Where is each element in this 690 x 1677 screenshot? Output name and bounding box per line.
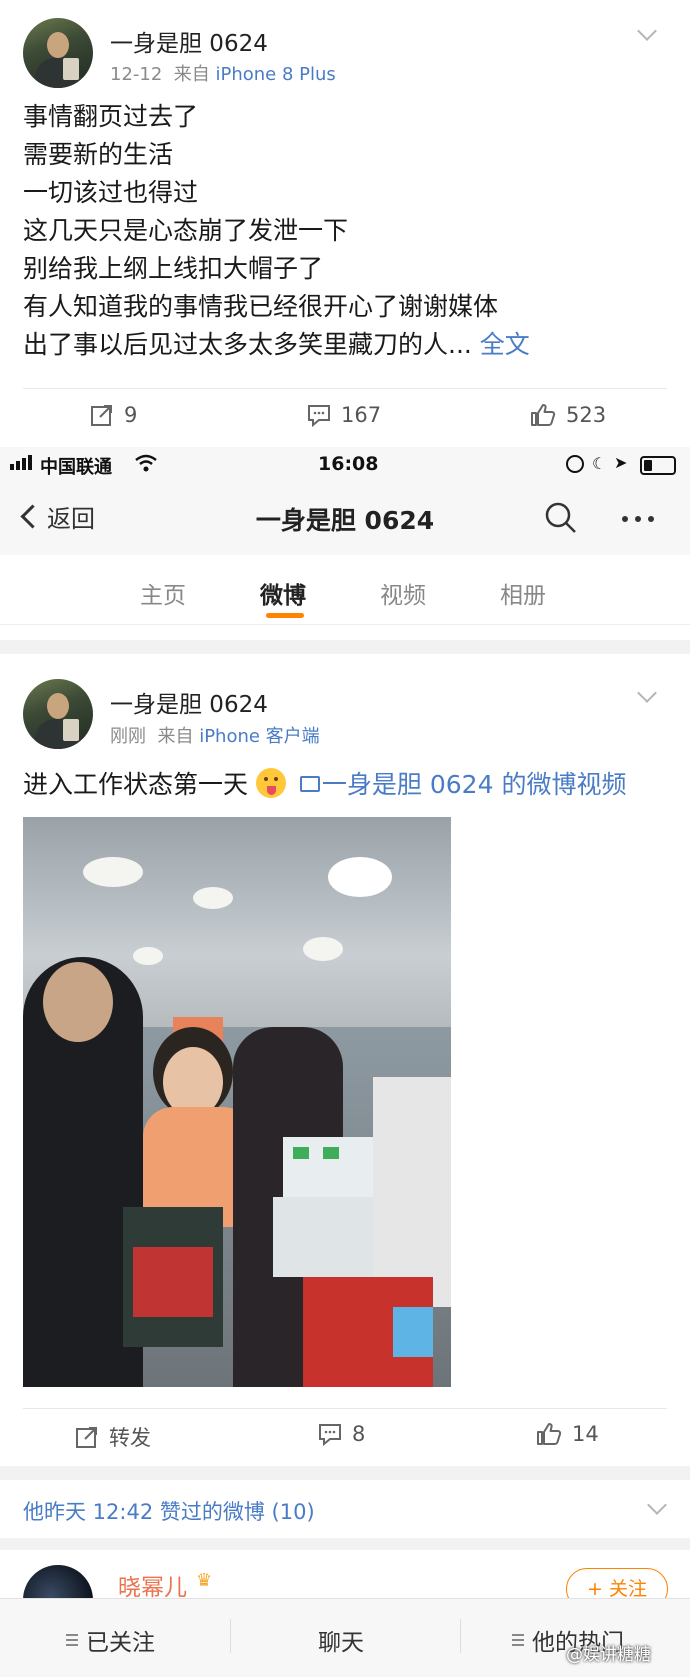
- post-line: 这几天只是心态崩了发泄一下: [23, 216, 349, 245]
- nav-title: 一身是胆 0624: [255, 506, 435, 535]
- comment-icon: [319, 1424, 341, 1446]
- rotation-lock-icon: [566, 455, 584, 473]
- post-source[interactable]: iPhone 8 Plus: [216, 64, 336, 85]
- chevron-down-icon: [647, 1495, 667, 1515]
- moon-icon: ☾: [592, 454, 607, 473]
- menu-icon: [512, 1634, 524, 1646]
- comment-count: 167: [341, 403, 382, 427]
- signal-icon: [10, 455, 32, 470]
- profile-tabs: 主页 微博 视频 相册: [0, 556, 690, 625]
- divider: [23, 1408, 667, 1409]
- post-line: 事情翻页过去了: [23, 102, 199, 131]
- repost-icon: [91, 405, 112, 426]
- comment-icon: [308, 405, 330, 427]
- like-button[interactable]: 14: [536, 1422, 599, 1446]
- followed-label: 已关注: [86, 1630, 155, 1656]
- tab-home[interactable]: 主页: [140, 576, 186, 610]
- post-line: 别给我上纲上线扣大帽子了: [23, 254, 324, 283]
- video-link-label: 一身是胆 0624 的微博视频: [321, 770, 627, 799]
- post-line: 有人知道我的事情我已经很开心了谢谢媒体: [23, 292, 499, 321]
- comment-count: 8: [352, 1422, 366, 1446]
- like-count: 14: [572, 1422, 599, 1446]
- crown-icon: ♛: [196, 1570, 213, 1591]
- watermark: @娱讲糖糖: [566, 1645, 651, 1665]
- active-tab-indicator: [266, 613, 304, 618]
- post-body: 事情翻页过去了 需要新的生活 一切该过也得过 这几天只是心态崩了发泄一下 别给我…: [23, 98, 663, 364]
- section-gap: [0, 640, 690, 654]
- comment-button[interactable]: 8: [318, 1422, 365, 1446]
- tongue-emoji-icon: [255, 768, 286, 798]
- tab-weibo[interactable]: 微博: [260, 576, 306, 610]
- liked-section-header[interactable]: 他昨天 12:42 赞过的微博 (10): [0, 1480, 690, 1539]
- post-body: 进入工作状态第一天 一身是胆 0624 的微博视频: [23, 766, 626, 804]
- divider: [23, 388, 667, 389]
- post-source[interactable]: iPhone 客户端: [199, 726, 319, 747]
- followed-button[interactable]: 已关注: [66, 1623, 155, 1657]
- tab-video[interactable]: 视频: [380, 576, 426, 610]
- repost-button[interactable]: 转发: [75, 1422, 151, 1452]
- post-line: 出了事以后见过太多太多笑里藏刀的人...: [23, 330, 472, 359]
- location-icon: ➤: [614, 453, 628, 472]
- divider: [230, 1619, 231, 1653]
- source-prefix: 来自: [157, 726, 194, 747]
- video-link[interactable]: 一身是胆 0624 的微博视频: [294, 770, 627, 799]
- thumbs-up-icon: [531, 404, 556, 426]
- author-name[interactable]: 一身是胆 0624: [110, 24, 268, 58]
- post-date: 刚刚: [110, 726, 146, 747]
- comment-button[interactable]: 167: [307, 403, 381, 427]
- divider: [460, 1619, 461, 1653]
- tab-album[interactable]: 相册: [500, 576, 546, 610]
- repost-icon: [76, 1427, 97, 1448]
- battery-icon: [640, 456, 676, 475]
- post-line: 一切该过也得过: [23, 178, 199, 207]
- source-prefix: 来自: [173, 64, 210, 85]
- repost-count: 9: [124, 403, 138, 427]
- suggested-name[interactable]: 晓幂儿: [118, 1568, 187, 1602]
- repost-button[interactable]: 9: [90, 403, 137, 427]
- carrier: 中国联通: [40, 457, 112, 478]
- full-text-link[interactable]: 全文: [480, 330, 530, 359]
- section-gap: [0, 1466, 690, 1480]
- chevron-down-icon[interactable]: [637, 21, 657, 41]
- liked-section-title: 他昨天 12:42 赞过的微博 (10): [23, 1500, 315, 1524]
- menu-icon: [66, 1634, 78, 1646]
- section-gap: [0, 1538, 690, 1550]
- author-name[interactable]: 一身是胆 0624: [110, 685, 268, 719]
- chat-button[interactable]: 聊天: [318, 1623, 364, 1657]
- clock: 16:08: [318, 453, 379, 475]
- repost-label: 转发: [109, 1426, 151, 1450]
- author-avatar[interactable]: [23, 18, 93, 88]
- thumbs-up-icon: [537, 1423, 562, 1445]
- post-line-last: 出了事以后见过太多太多笑里藏刀的人... 全文: [23, 326, 663, 364]
- like-count: 523: [566, 403, 607, 427]
- post-meta: 刚刚 来自 iPhone 客户端: [110, 722, 320, 748]
- video-icon: [299, 776, 320, 792]
- more-icon[interactable]: [622, 516, 654, 522]
- search-icon[interactable]: [544, 501, 578, 535]
- post-line: 需要新的生活: [23, 140, 174, 169]
- post-text: 进入工作状态第一天: [23, 770, 249, 799]
- post-meta: 12-12 来自 iPhone 8 Plus: [110, 60, 336, 86]
- video-thumbnail[interactable]: [23, 817, 451, 1387]
- status-bar: 中国联通 16:08 ☾ ➤: [0, 447, 690, 483]
- bottom-bar: 已关注 聊天 他的热门: [0, 1598, 690, 1677]
- post-date: 12-12: [110, 64, 163, 85]
- like-button[interactable]: 523: [530, 403, 606, 427]
- nav-bar: 返回 一身是胆 0624: [0, 483, 690, 555]
- wifi-icon: [135, 454, 157, 472]
- author-avatar[interactable]: [23, 679, 93, 749]
